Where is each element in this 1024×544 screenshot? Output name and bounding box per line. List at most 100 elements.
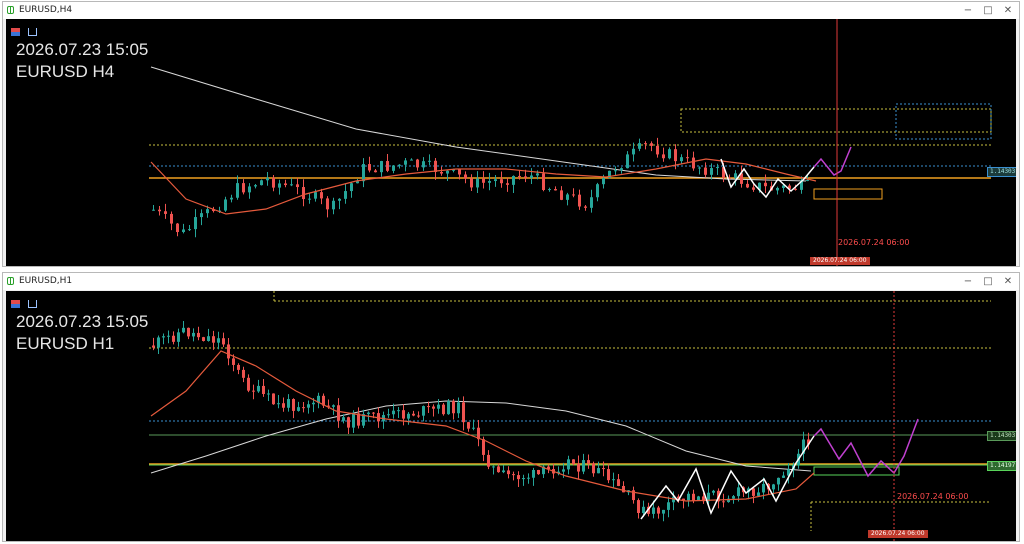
minimize-button[interactable]: − [959, 3, 977, 18]
candle-body [662, 509, 665, 514]
candle-body [284, 183, 287, 186]
candle-body [247, 377, 250, 391]
candle-body [582, 460, 585, 472]
candle-body [506, 183, 509, 185]
candle-body [172, 335, 175, 342]
candle-body [470, 178, 473, 188]
price-chart-h1[interactable]: 2026.07.23 15:05 EURUSD H1 1.14303 1.141… [6, 291, 1016, 541]
candle-body [472, 427, 475, 429]
candle-body [692, 493, 695, 501]
candle-body [296, 184, 299, 188]
candle-body [752, 187, 755, 190]
candle-body [462, 402, 465, 423]
candle-body [282, 403, 285, 408]
candle-body [704, 167, 707, 175]
candle-body [572, 459, 575, 464]
candle-body [350, 183, 353, 192]
maximize-button[interactable]: □ [979, 274, 997, 289]
chart-window-h1[interactable]: EURUSD,H1 − □ ✕ 2026.07.23 15:05 EURUSD … [2, 272, 1020, 542]
candle-body [602, 178, 605, 185]
candle-body [398, 164, 401, 166]
candle-body [752, 488, 755, 496]
flag-icon[interactable] [11, 300, 20, 308]
candle-body [602, 468, 605, 470]
chart-toolbar-icons [11, 293, 40, 308]
candle-body [548, 189, 551, 191]
candle-body [297, 407, 300, 411]
candle-body [308, 198, 311, 200]
candle-body [626, 154, 629, 169]
candle-body [487, 454, 490, 467]
candle-body [667, 502, 670, 510]
candle-body [307, 404, 310, 408]
candle-body [417, 415, 420, 417]
minimize-button[interactable]: − [959, 274, 977, 289]
candle-body [314, 192, 317, 199]
chart-canvas-h1[interactable] [6, 291, 1016, 541]
candle-body [522, 478, 525, 480]
candle-body [277, 403, 280, 405]
candle-body [442, 404, 445, 415]
candle-body [794, 188, 797, 190]
candle-body [434, 160, 437, 173]
close-button[interactable]: ✕ [999, 274, 1017, 289]
candle-body [192, 332, 195, 337]
candle-body [732, 496, 735, 499]
candle-body [407, 413, 410, 419]
candle-body [202, 337, 205, 341]
candle-body [362, 164, 365, 182]
moving-average-slow [150, 66, 807, 182]
candle-body [266, 177, 269, 181]
candle-body [342, 417, 345, 421]
candle-body [242, 369, 245, 378]
candle-body [387, 414, 390, 416]
candle-body [537, 469, 540, 475]
candle-body [167, 335, 170, 337]
window-titlebar-h4[interactable]: EURUSD,H4 − □ ✕ [3, 2, 1019, 19]
close-button[interactable]: ✕ [999, 3, 1017, 18]
vline-time-label: 2026.07.24 06:00 [838, 238, 910, 247]
chart-canvas-h4[interactable] [6, 19, 1016, 266]
candle-body [482, 439, 485, 455]
trade-icon[interactable] [28, 300, 38, 308]
chart-window-h4[interactable]: EURUSD,H4 − □ ✕ 2026.07.23 15:05 EURUSD … [2, 1, 1020, 267]
candle-body [737, 487, 740, 497]
window-title-h1: EURUSD,H1 [19, 276, 73, 286]
candle-body [236, 183, 239, 198]
overlay-time: 2026.07.23 15:05 [16, 40, 149, 59]
price-chart-h4[interactable]: 2026.07.23 15:05 EURUSD H4 1.14303 2026.… [6, 19, 1016, 266]
candle-body [338, 198, 341, 201]
candle-body [642, 506, 645, 513]
candle-body [272, 177, 275, 188]
candle-body [722, 501, 725, 503]
candle-body [427, 406, 430, 408]
candle-body [206, 209, 209, 214]
candle-body [764, 182, 767, 187]
trade-icon[interactable] [28, 28, 38, 36]
candle-body [698, 167, 701, 169]
candle-body [776, 187, 779, 191]
candle-body [188, 229, 191, 231]
candle-body [772, 484, 775, 490]
candle-body [492, 466, 495, 468]
candle-body [668, 149, 671, 159]
maximize-button[interactable]: □ [979, 3, 997, 18]
forecast-line [813, 146, 852, 176]
moving-average-slow [150, 400, 812, 474]
candle-body [782, 475, 785, 478]
candle-body [488, 181, 491, 183]
window-titlebar-h1[interactable]: EURUSD,H1 − □ ✕ [3, 273, 1019, 290]
candle-body [422, 161, 425, 168]
candle-body [176, 223, 179, 233]
candle-body [614, 170, 617, 172]
flag-icon[interactable] [11, 28, 20, 36]
candle-body [302, 407, 305, 409]
candle-body [777, 477, 780, 485]
candle-body [482, 178, 485, 183]
candle-body [536, 173, 539, 176]
price-tag: 1.14303 [987, 167, 1016, 177]
candle-body [412, 413, 415, 416]
candle-body [267, 393, 270, 395]
candle-body [227, 344, 230, 359]
candle-body [248, 186, 251, 193]
